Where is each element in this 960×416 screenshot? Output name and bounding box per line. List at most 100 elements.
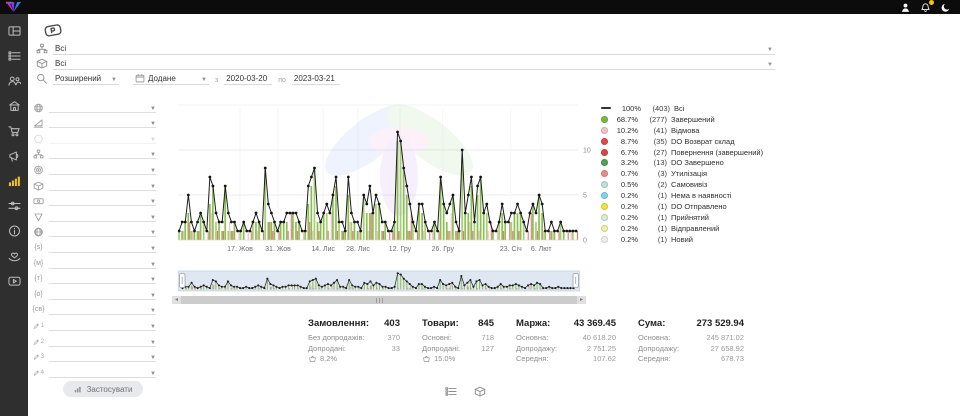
legend-label: Прийнятий xyxy=(671,213,709,222)
legend-label: Повернення (завершений) xyxy=(671,148,763,157)
svg-text:0: 0 xyxy=(583,238,587,245)
sidebar-item-dashboard[interactable] xyxy=(8,25,21,37)
filter-side-row-12: {т}▼ xyxy=(33,269,156,285)
date-from-label: з xyxy=(214,77,219,85)
legend-swatch xyxy=(601,225,608,232)
filter-select-input[interactable]: ▼ xyxy=(49,337,156,347)
sidebar-item-cart[interactable] xyxy=(8,125,21,137)
filter-select-input[interactable]: ▼ xyxy=(49,227,156,237)
legend-count: (277) xyxy=(642,115,667,124)
legend-item[interactable]: 10.2%(41)Відмова xyxy=(601,125,787,136)
svg-text:5: 5 xyxy=(583,193,587,200)
user-icon[interactable] xyxy=(900,2,911,13)
legend-item[interactable]: 8.7%(35)DO Возврат склад xyxy=(601,136,787,147)
legend-item[interactable]: 6.7%(27)Повернення (завершений) xyxy=(601,147,787,158)
chart-scrollbar[interactable]: ◂ ▸ xyxy=(172,296,586,304)
sidebar-item-settings-sliders[interactable] xyxy=(8,200,21,212)
legend-item[interactable]: 0.2%(1)Новий xyxy=(601,234,787,245)
legend-swatch xyxy=(601,159,608,166)
filter-select-input[interactable]: ▼ xyxy=(49,181,156,191)
theme-moon-icon[interactable] xyxy=(940,2,951,13)
filter-side-row-15: 1▼ xyxy=(33,315,156,331)
legend-count: (1) xyxy=(642,235,667,244)
list-toggle-icon[interactable] xyxy=(445,386,457,397)
sidebar-item-info[interactable] xyxy=(8,225,21,237)
legend-item[interactable]: 100%(403)Всі xyxy=(601,103,787,114)
filter-select-input[interactable]: ▼ xyxy=(49,134,156,144)
sidebar-item-customers[interactable] xyxy=(8,75,21,87)
date-to-input[interactable]: 2023-03-21 xyxy=(292,74,340,85)
search-icon[interactable] xyxy=(36,73,48,84)
orders-chart-area[interactable]: 0510 17. Жов31. Жов14. Лис28. Лис12. Гру… xyxy=(178,98,598,258)
filter-select-input[interactable]: ▼ xyxy=(49,149,156,159)
filter-select-input[interactable]: ▼ xyxy=(49,243,156,253)
date-field-select[interactable]: Додане ▼ xyxy=(133,73,209,85)
legend-item[interactable]: 0.2%(1)Відправлений xyxy=(601,223,787,234)
filter-select-input[interactable]: ▼ xyxy=(49,103,156,113)
secondary-filter-select[interactable]: Всі ▼ xyxy=(53,59,775,70)
svg-text:28. Лис: 28. Лис xyxy=(346,246,370,253)
stat-sub-row: Без допродажів:370 xyxy=(308,333,400,344)
stat-column-1: Замовлення:403Без допродажів:370Допродан… xyxy=(308,318,400,365)
globe-grid-icon xyxy=(33,227,44,237)
stat-column-3: Маржа:43 369.45Основна:40 618.20Допродаж… xyxy=(516,318,616,365)
legend-label: Всі xyxy=(674,104,684,113)
legend-label: Нема в наявності xyxy=(671,191,732,200)
sidebar-item-analytics-chart[interactable] xyxy=(8,175,21,187)
legend-swatch xyxy=(601,214,608,221)
scrollbar-thumb[interactable] xyxy=(181,296,577,304)
svg-text:26. Гру: 26. Гру xyxy=(432,246,455,253)
sidebar xyxy=(0,14,28,416)
sidebar-item-marketing-megaphone[interactable] xyxy=(8,150,21,162)
navigator-svg[interactable] xyxy=(178,270,580,294)
legend-item[interactable]: 0.2%(1)Нема в наявності xyxy=(601,190,787,201)
filter-select-input[interactable]: ▼ xyxy=(49,118,156,128)
sidebar-item-video-tutorials[interactable] xyxy=(8,275,21,287)
filter-side-row-17: 3▼ xyxy=(33,347,156,363)
filter-side-row-9: ▼ xyxy=(33,222,156,238)
filter-select-input[interactable]: ▼ xyxy=(49,259,156,269)
legend-swatch xyxy=(601,127,608,134)
app-logo-icon[interactable] xyxy=(5,1,22,13)
filter-select-input[interactable]: ▼ xyxy=(49,196,156,206)
filter-select-input[interactable]: ▼ xyxy=(49,321,156,331)
legend-percent: 10.2% xyxy=(612,126,638,135)
filter-side-row-10: {s}▼ xyxy=(33,237,156,253)
chevron-down-icon: ▼ xyxy=(146,308,156,314)
legend-label: Відправлений xyxy=(671,224,719,233)
filter-select-input[interactable]: ▼ xyxy=(49,368,156,378)
notifications-bell-icon[interactable] xyxy=(920,2,931,13)
search-mode-select[interactable]: Розширений ▼ xyxy=(53,74,119,85)
legend-item[interactable]: 3.2%(13)DO Завершено xyxy=(601,157,787,168)
filter-select-input[interactable]: ▼ xyxy=(49,290,156,300)
filter-select-input[interactable]: ▼ xyxy=(49,305,156,315)
globe-icon xyxy=(33,103,44,113)
scroll-right-button[interactable]: ▸ xyxy=(577,296,586,304)
date-from-input[interactable]: 2020-03-20 xyxy=(224,74,272,85)
legend-label: DO Отправлено xyxy=(671,202,727,211)
page-tag-icon[interactable] xyxy=(43,21,64,40)
legend-item[interactable]: 0.2%(1)Прийнятий xyxy=(601,212,787,223)
legend-label: DO Возврат склад xyxy=(671,137,735,146)
legend-item[interactable]: 0.2%(1)DO Отправлено xyxy=(601,201,787,212)
legend-item[interactable]: 0.7%(3)Утилізація xyxy=(601,168,787,179)
apply-filters-button[interactable]: Застосувати xyxy=(63,381,143,397)
legend-item[interactable]: 0.5%(2)Самовивіз xyxy=(601,179,787,190)
filter-select-input[interactable]: ▼ xyxy=(49,165,156,175)
scroll-left-button[interactable]: ◂ xyxy=(172,296,181,304)
sidebar-item-store[interactable] xyxy=(8,100,21,112)
legend-percent: 0.2% xyxy=(612,235,638,244)
orders-chart-svg[interactable]: 0510 17. Жов31. Жов14. Лис28. Лис12. Гру… xyxy=(178,98,598,258)
stat-column-4: Сума:273 529.94Основна:245 871.02Допрода… xyxy=(638,318,744,365)
sidebar-item-support-hands[interactable] xyxy=(8,250,21,262)
sidebar-item-orders-list[interactable] xyxy=(8,50,21,62)
chart-range-navigator[interactable] xyxy=(178,270,580,294)
chevron-down-icon: ▼ xyxy=(146,355,156,361)
legend-item[interactable]: 68.7%(277)Завершений xyxy=(601,114,787,125)
filter-side-row-16: 2▼ xyxy=(33,331,156,347)
filter-select-input[interactable]: ▼ xyxy=(49,352,156,362)
filter-select-input[interactable]: ▼ xyxy=(49,274,156,284)
primary-filter-select[interactable]: Всі ▼ xyxy=(53,44,775,55)
filter-select-input[interactable]: ▼ xyxy=(49,212,156,222)
package-toggle-icon[interactable] xyxy=(474,386,486,397)
